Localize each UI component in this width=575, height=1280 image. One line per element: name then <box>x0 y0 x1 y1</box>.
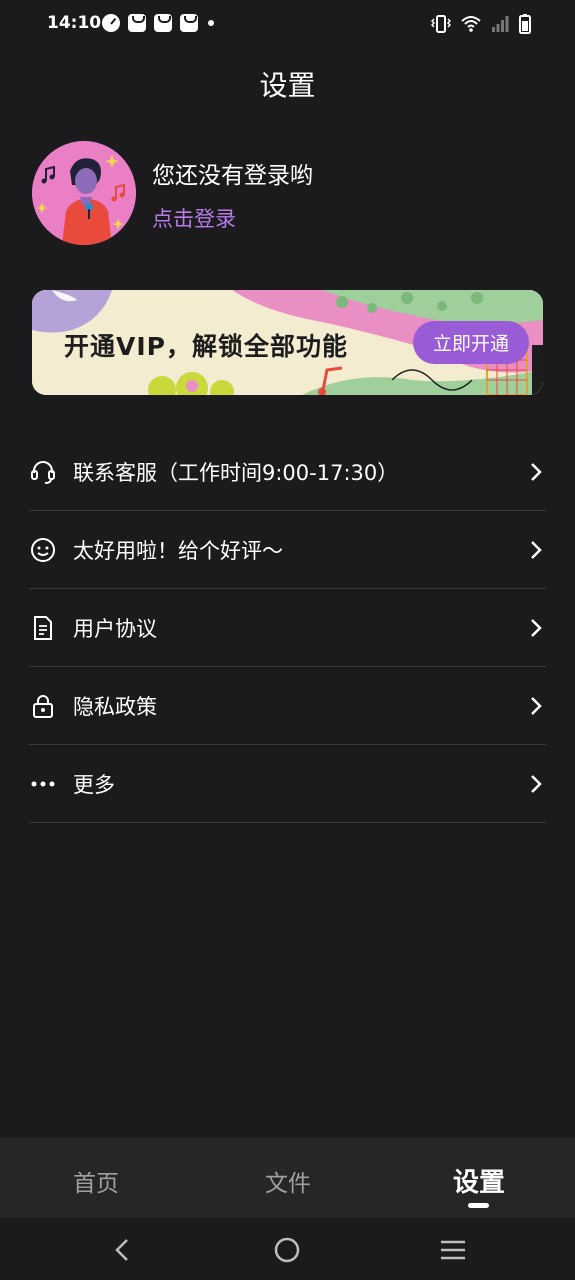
more-icon <box>29 770 57 798</box>
wifi-icon <box>461 16 481 32</box>
gauge-icon <box>102 14 120 32</box>
notification-icons <box>102 14 214 32</box>
system-status-icons <box>431 14 531 34</box>
vibrate-icon <box>431 15 451 33</box>
recents-icon[interactable] <box>437 1234 469 1266</box>
bag-icon <box>180 14 198 32</box>
chevron-right-icon <box>526 615 546 641</box>
status-bar: 14:10 <box>0 0 575 48</box>
menu-item-user-agreement[interactable]: 用户协议 <box>29 589 546 667</box>
avatar[interactable] <box>32 141 136 245</box>
tab-files[interactable]: 文件 <box>228 1164 348 1198</box>
smile-icon <box>29 536 57 564</box>
vip-activate-button[interactable]: 立即开通 <box>413 321 529 364</box>
home-icon[interactable] <box>271 1234 303 1266</box>
menu-item-rate[interactable]: 太好用啦！给个好评～ <box>29 511 546 589</box>
menu-item-label: 太好用啦！给个好评～ <box>73 538 283 563</box>
headset-icon <box>29 458 57 486</box>
chevron-right-icon <box>526 693 546 719</box>
menu-item-customer-service[interactable]: 联系客服（工作时间9:00-17:30） <box>29 433 546 511</box>
chevron-right-icon <box>526 459 546 485</box>
menu-item-label: 隐私政策 <box>73 694 157 719</box>
chevron-right-icon <box>526 771 546 797</box>
bag-icon <box>128 14 146 32</box>
settings-menu: 联系客服（工作时间9:00-17:30） 太好用啦！给个好评～ 用户协议 隐私政… <box>29 433 546 823</box>
login-status-text: 您还没有登录哟 <box>152 163 313 189</box>
vip-banner-text: 开通VIP，解锁全部功能 <box>64 332 348 361</box>
vip-banner[interactable]: 开通VIP，解锁全部功能 立即开通 <box>32 290 543 395</box>
status-time: 14:10 <box>47 13 102 33</box>
lock-icon <box>29 692 57 720</box>
back-icon[interactable] <box>106 1234 138 1266</box>
document-icon <box>29 614 57 642</box>
bottom-tab-bar: 首页 文件 设置 <box>0 1138 575 1218</box>
dot-icon <box>208 20 214 26</box>
menu-item-label: 联系客服（工作时间9:00-17:30） <box>73 460 399 485</box>
menu-item-label: 用户协议 <box>73 616 157 641</box>
tab-settings[interactable]: 设置 <box>419 1162 539 1199</box>
active-tab-indicator <box>468 1203 489 1208</box>
system-navigation-bar <box>0 1218 575 1280</box>
menu-item-privacy-policy[interactable]: 隐私政策 <box>29 667 546 745</box>
signal-icon <box>492 16 509 32</box>
chevron-right-icon <box>526 537 546 563</box>
page-title: 设置 <box>259 69 316 102</box>
bag-icon <box>154 14 172 32</box>
tab-home[interactable]: 首页 <box>36 1164 156 1198</box>
login-link[interactable]: 点击登录 <box>152 203 236 233</box>
menu-item-more[interactable]: 更多 <box>29 745 546 823</box>
menu-item-label: 更多 <box>73 772 115 797</box>
battery-icon <box>519 14 531 34</box>
